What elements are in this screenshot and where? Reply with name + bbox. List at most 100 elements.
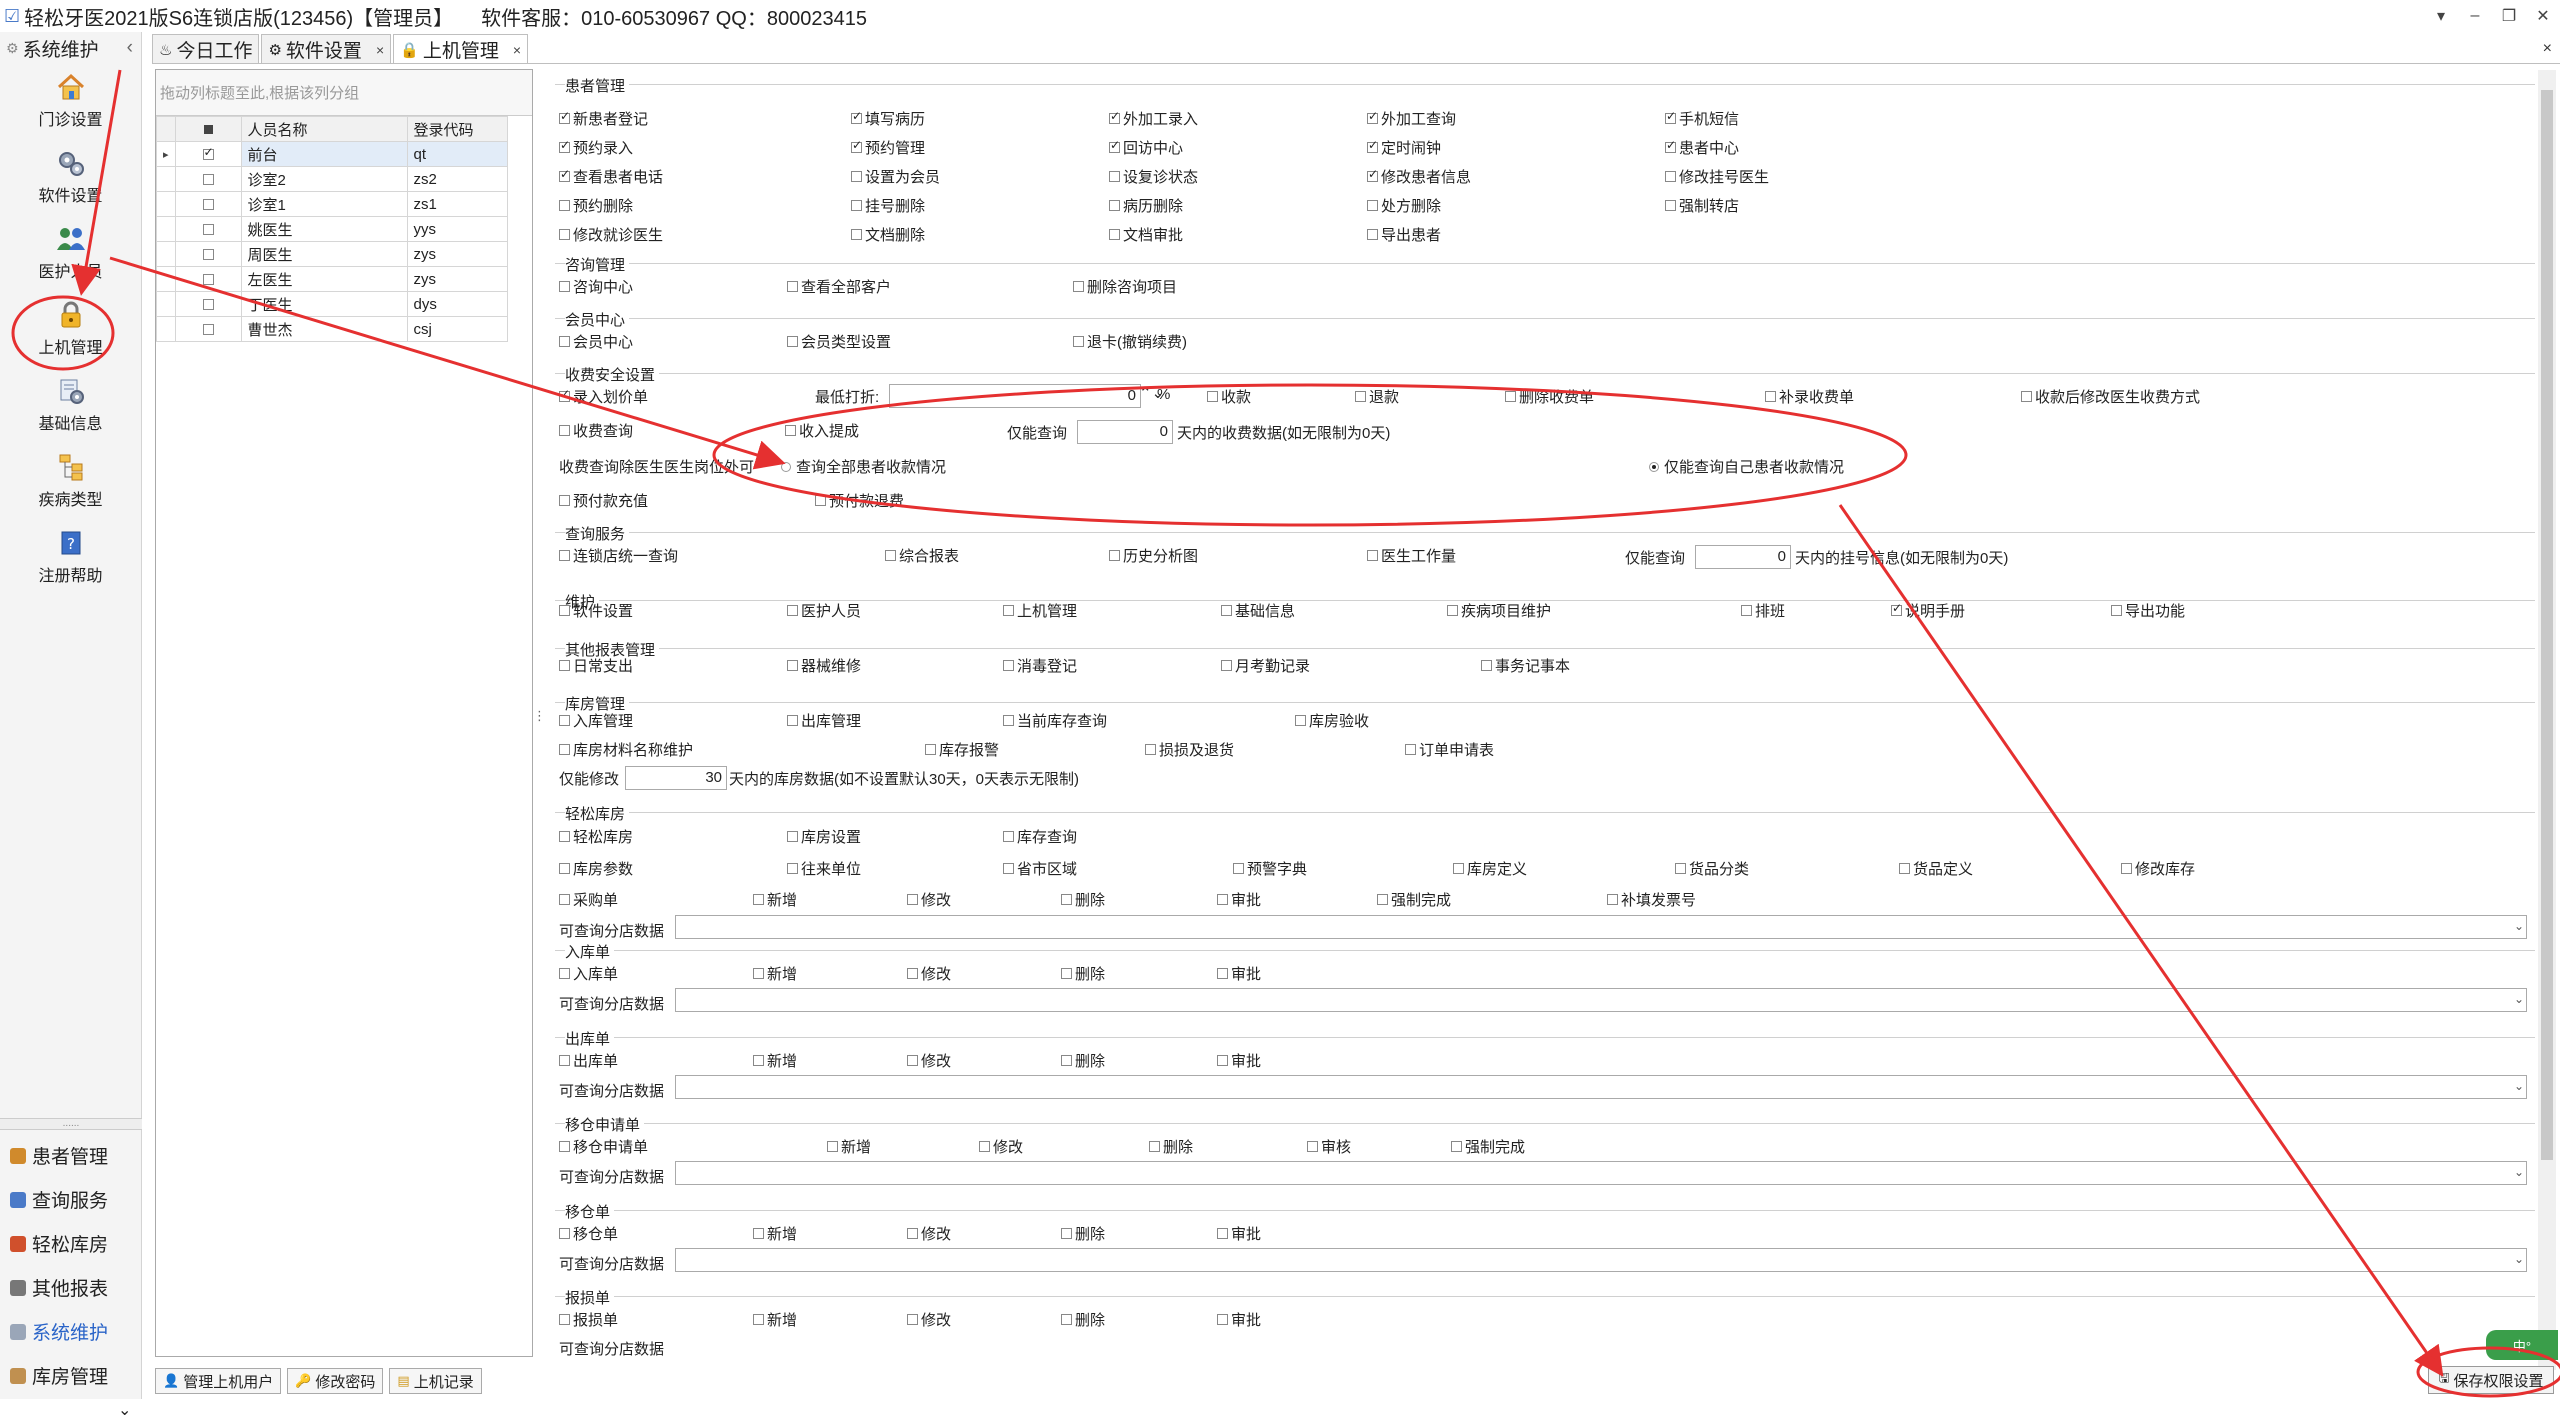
row-checkbox[interactable]	[174, 141, 242, 167]
permission-checkbox[interactable]: 器械维修	[787, 655, 861, 676]
permission-checkbox[interactable]: 修改	[907, 1223, 951, 1244]
permission-checkbox[interactable]: 修改	[907, 889, 951, 910]
permission-checkbox[interactable]: 修改	[907, 1050, 951, 1071]
select-all-checkbox[interactable]	[174, 116, 242, 142]
permission-checkbox[interactable]: 病历删除	[1109, 195, 1183, 216]
row-checkbox[interactable]	[174, 191, 242, 217]
column-name-header[interactable]: 人员名称	[240, 116, 408, 142]
permission-checkbox[interactable]: 医护人员	[787, 600, 861, 621]
permission-checkbox[interactable]: 修改患者信息	[1367, 166, 1471, 187]
permission-checkbox[interactable]: 强制完成	[1377, 889, 1451, 910]
menu-dropdown-icon[interactable]: ▾	[2424, 6, 2458, 26]
permission-checkbox[interactable]: 医生工作量	[1367, 545, 1456, 566]
collapse-button[interactable]: ‹	[127, 37, 133, 59]
permission-checkbox[interactable]: 库房设置	[787, 826, 861, 847]
permission-checkbox[interactable]: 外加工查询	[1367, 108, 1456, 129]
permission-checkbox[interactable]: 日常支出	[559, 655, 633, 676]
row-checkbox[interactable]	[174, 266, 242, 292]
table-row[interactable]: 诊室2 zs2	[156, 166, 509, 192]
permission-checkbox[interactable]: 导出功能	[2111, 600, 2185, 621]
permission-checkbox[interactable]: 移仓单	[559, 1223, 618, 1244]
permission-checkbox[interactable]: 新增	[753, 1309, 797, 1330]
manage-users-button[interactable]: 👤 管理上机用户	[155, 1368, 282, 1394]
permission-checkbox[interactable]: 订单申请表	[1405, 739, 1494, 760]
table-row[interactable]: 曹世杰 csj	[156, 316, 509, 342]
module-query-service[interactable]: 查询服务	[10, 1186, 108, 1213]
permission-checkbox[interactable]: 出库单	[559, 1050, 618, 1071]
permission-checkbox[interactable]: 修改库存	[2121, 858, 2195, 879]
permission-checkbox[interactable]: 导出患者	[1367, 224, 1441, 245]
permission-checkbox[interactable]: 删除	[1061, 963, 1105, 984]
permission-checkbox[interactable]: 预约录入	[559, 137, 633, 158]
permission-checkbox[interactable]: 库房定义	[1453, 858, 1527, 879]
permission-checkbox[interactable]: 新增	[753, 1050, 797, 1071]
permission-checkbox[interactable]: 库存报警	[925, 739, 999, 760]
permission-checkbox[interactable]: 货品分类	[1675, 858, 1749, 879]
nav-disease-types[interactable]: 疾病类型	[0, 450, 141, 520]
permission-checkbox[interactable]: 删除咨询项目	[1073, 276, 1177, 297]
permission-checkbox[interactable]: 删除	[1061, 889, 1105, 910]
vertical-scrollbar[interactable]	[2538, 70, 2556, 1370]
tab-close-icon[interactable]: ×	[513, 42, 521, 58]
permission-checkbox[interactable]: 会员类型设置	[787, 331, 891, 352]
row-checkbox[interactable]	[174, 216, 242, 242]
module-warehouse[interactable]: 库房管理	[10, 1362, 108, 1389]
tab-close-icon[interactable]: ×	[376, 42, 384, 58]
permission-checkbox[interactable]: 基础信息	[1221, 600, 1295, 621]
permission-checkbox[interactable]: 排班	[1741, 600, 1785, 621]
row-checkbox[interactable]	[174, 166, 242, 192]
permission-checkbox[interactable]: 定时闹钟	[1367, 137, 1441, 158]
permission-checkbox[interactable]: 查看患者电话	[559, 166, 663, 187]
tab-software-settings[interactable]: ⚙ 软件设置 ×	[261, 34, 392, 64]
permission-checkbox[interactable]: 入库单	[559, 963, 618, 984]
permission-checkbox[interactable]: 删除收费单	[1505, 386, 1594, 407]
permission-checkbox[interactable]: 修改	[907, 963, 951, 984]
permission-checkbox[interactable]: 省市区域	[1003, 858, 1077, 879]
module-patient-management[interactable]: 患者管理	[10, 1142, 108, 1169]
permission-checkbox[interactable]: 历史分析图	[1109, 545, 1198, 566]
permission-checkbox[interactable]: 说明手册	[1891, 600, 1965, 621]
permission-checkbox[interactable]: 新增	[753, 889, 797, 910]
permission-checkbox[interactable]: 当前库存查询	[1003, 710, 1107, 731]
permission-checkbox[interactable]: 修改	[907, 1309, 951, 1330]
permission-checkbox[interactable]: 咨询中心	[559, 276, 633, 297]
module-other-reports[interactable]: 其他报表	[10, 1274, 108, 1301]
permission-checkbox[interactable]: 收款	[1207, 386, 1251, 407]
module-system-maintenance[interactable]: 系统维护	[10, 1318, 108, 1345]
permission-checkbox[interactable]: 回访中心	[1109, 137, 1183, 158]
permission-checkbox[interactable]: 事务记事本	[1481, 655, 1570, 676]
table-row[interactable]: 姚医生 yys	[156, 216, 509, 242]
branch-data-select[interactable]: ⌄	[675, 915, 2527, 939]
radio-query-own[interactable]: 仅能查询自己患者收款情况	[1649, 456, 1844, 477]
branch-data-select[interactable]: ⌄	[675, 1075, 2527, 1099]
permission-checkbox[interactable]: 库房参数	[559, 858, 633, 879]
fee-entry-checkbox[interactable]: 录入划价单	[559, 386, 648, 407]
permission-checkbox[interactable]: 删除	[1061, 1309, 1105, 1330]
permission-checkbox[interactable]: 患者中心	[1665, 137, 1739, 158]
row-checkbox[interactable]	[174, 291, 242, 317]
permission-checkbox[interactable]: 采购单	[559, 889, 618, 910]
permission-checkbox[interactable]: 删除	[1061, 1223, 1105, 1244]
close-all-icon[interactable]: ×	[2543, 40, 2552, 58]
permission-checkbox[interactable]: 修改挂号医生	[1665, 166, 1769, 187]
permission-checkbox[interactable]: 审批	[1217, 1223, 1261, 1244]
panel-grip[interactable]: ......	[0, 1118, 142, 1130]
table-row[interactable]: 左医生 zys	[156, 266, 509, 292]
permission-checkbox[interactable]: 疾病项目维护	[1447, 600, 1551, 621]
nav-software-settings[interactable]: 软件设置	[0, 146, 141, 216]
scroll-thumb[interactable]	[2541, 90, 2553, 1160]
permission-checkbox[interactable]: 补填发票号	[1607, 889, 1696, 910]
permission-checkbox[interactable]: 文档审批	[1109, 224, 1183, 245]
fee-days-input[interactable]: 0	[1077, 420, 1173, 444]
permission-checkbox[interactable]: 上机管理	[1003, 600, 1077, 621]
permission-checkbox[interactable]: 预约删除	[559, 195, 633, 216]
permission-checkbox[interactable]: 综合报表	[885, 545, 959, 566]
restore-button[interactable]: ❐	[2492, 6, 2526, 26]
permission-checkbox[interactable]: 挂号删除	[851, 195, 925, 216]
prepay-refund-checkbox[interactable]: 预付款退费	[815, 490, 904, 511]
permission-checkbox[interactable]: 设复诊状态	[1109, 166, 1198, 187]
permission-checkbox[interactable]: 往来单位	[787, 858, 861, 879]
nav-clinic-settings[interactable]: 门诊设置	[0, 70, 141, 140]
branch-data-select[interactable]: ⌄	[675, 1248, 2527, 1272]
login-log-button[interactable]: ▤ 上机记录	[389, 1368, 482, 1394]
